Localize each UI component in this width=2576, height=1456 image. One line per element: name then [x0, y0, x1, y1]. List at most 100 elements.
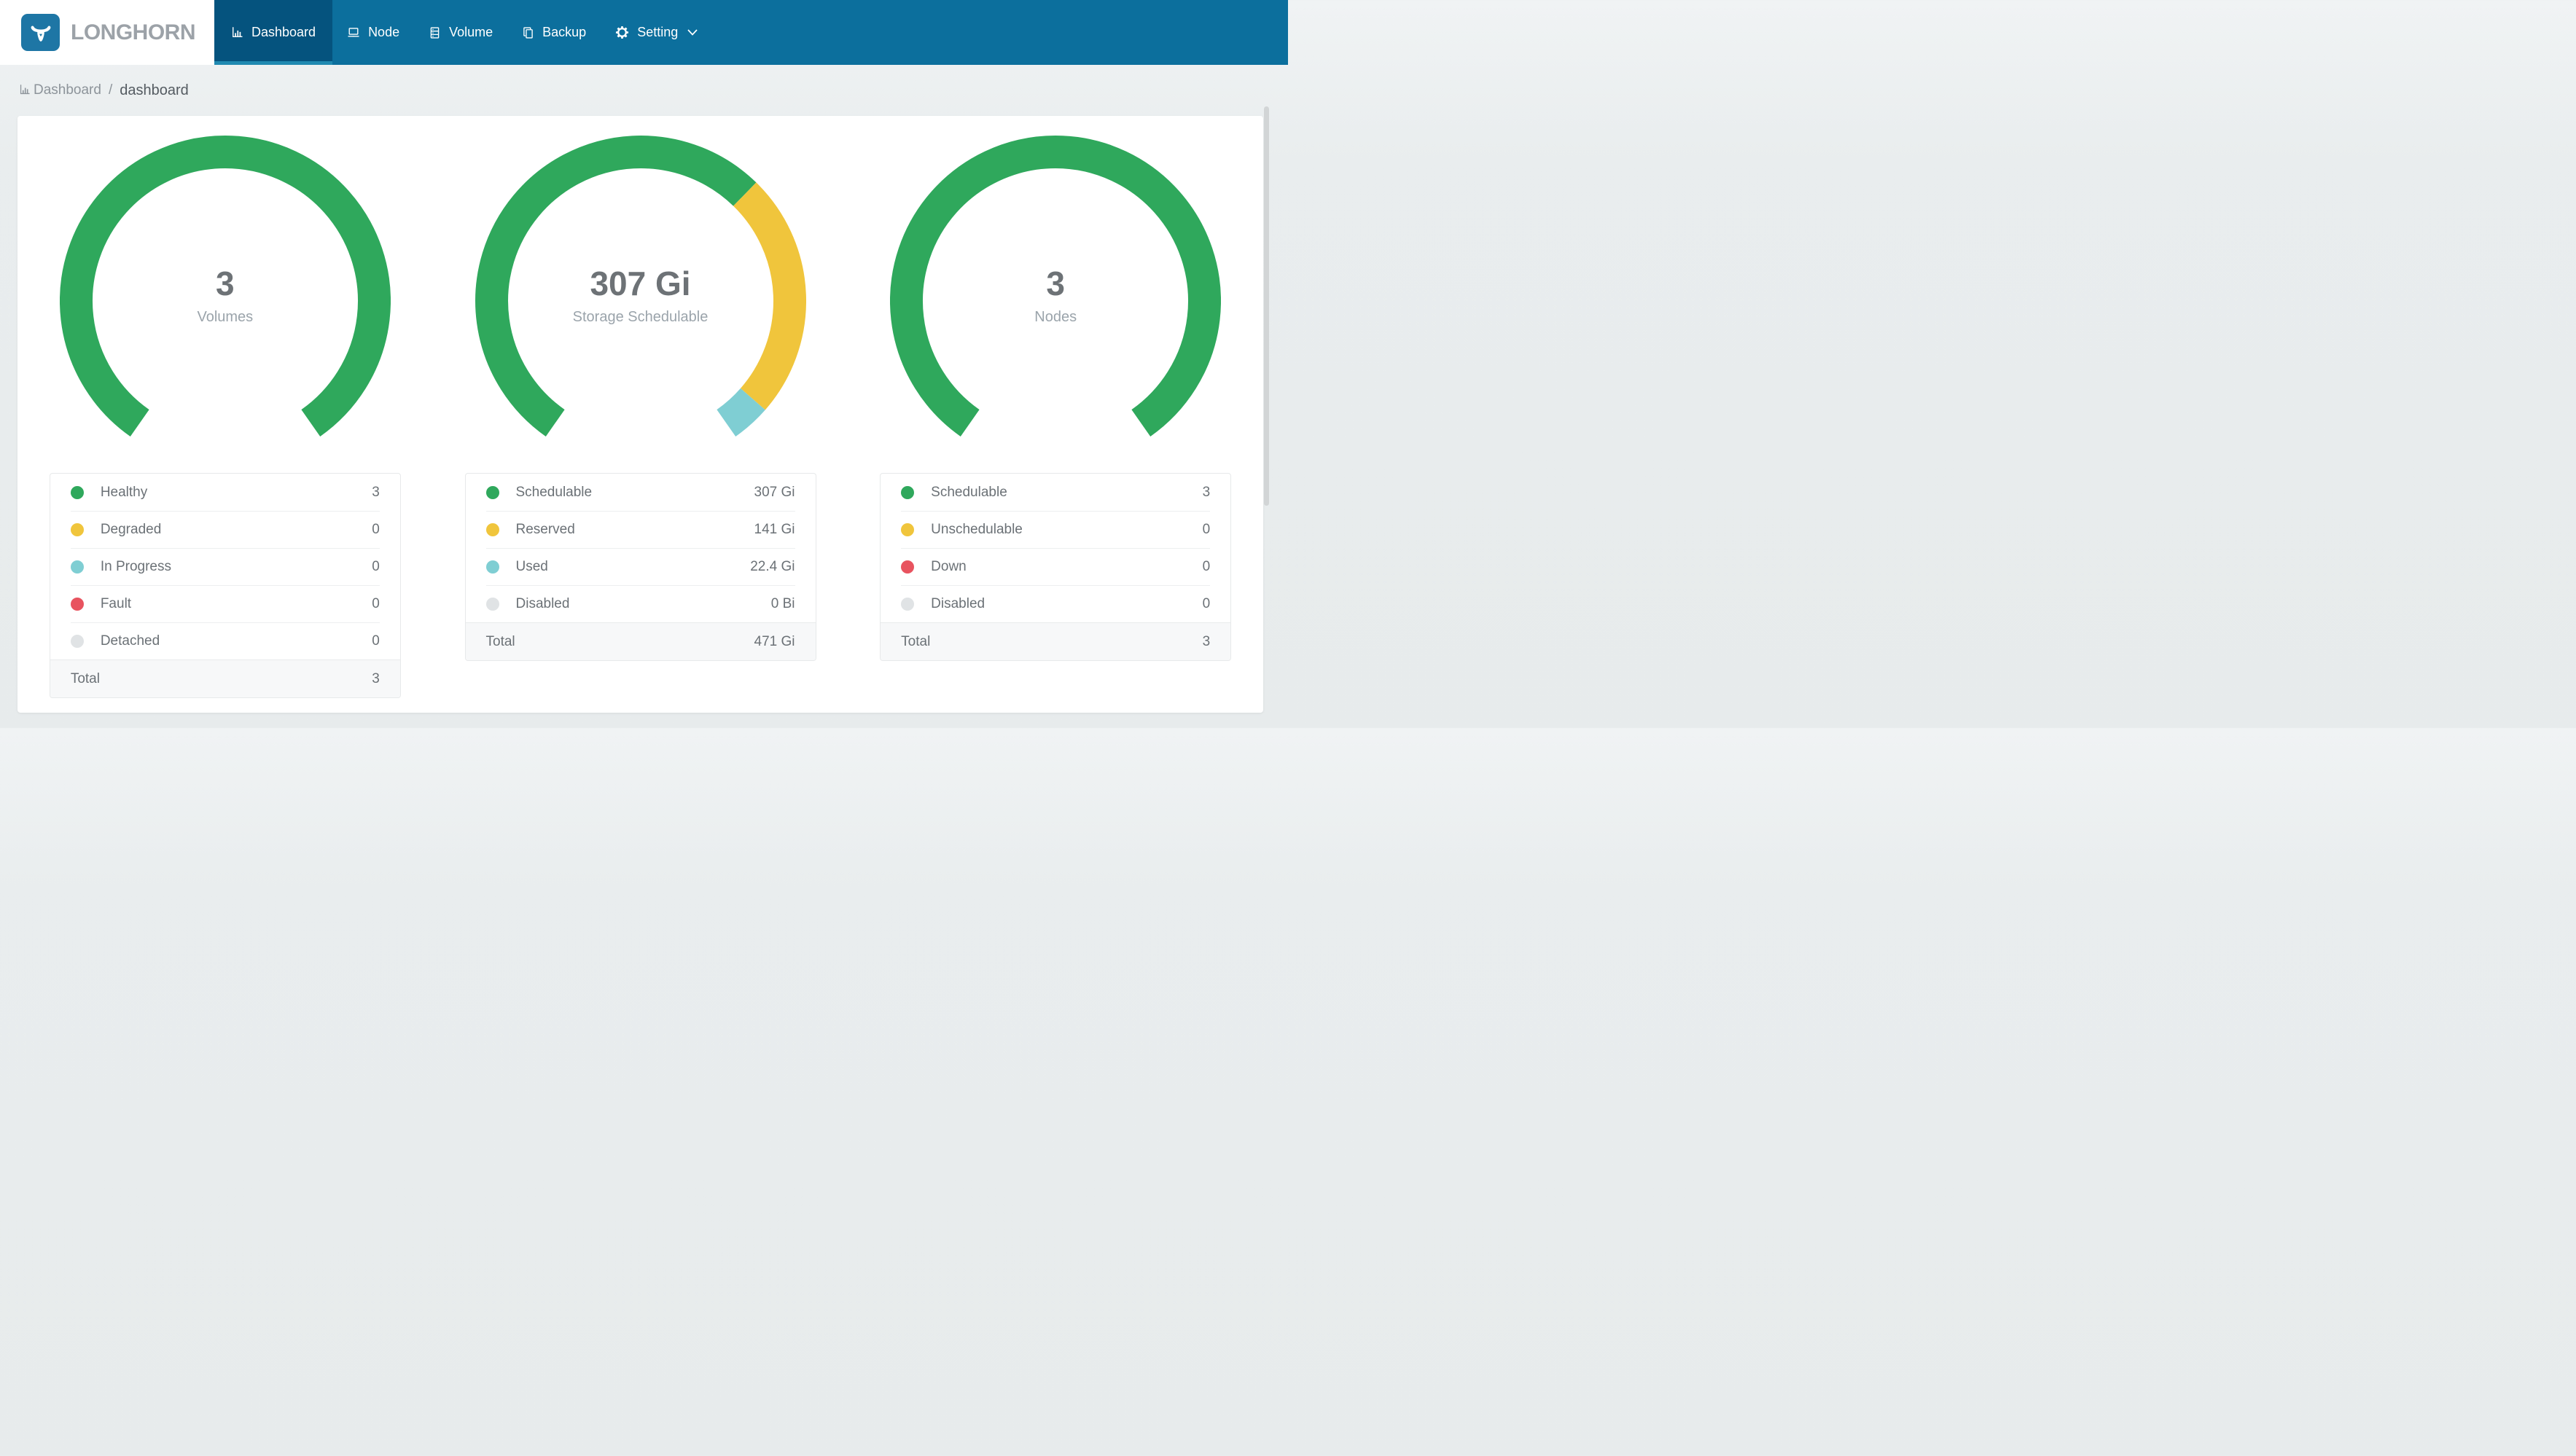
storage-legend-table: Schedulable 307 Gi Reserved 141 Gi Used …	[464, 473, 816, 661]
storage-column: 307 Gi Storage Schedulable Schedulable 3…	[433, 136, 848, 713]
row-value: 0	[1202, 595, 1211, 611]
row-label: In Progress	[100, 558, 171, 574]
table-row: Degraded 0	[50, 511, 400, 548]
row-value: 0	[372, 595, 380, 611]
brand-name: LONGHORN	[71, 20, 196, 44]
dashboard-card: 3 Volumes Healthy 3 Degraded 0 In Progre…	[17, 116, 1263, 713]
legend-dot	[70, 560, 84, 574]
row-value: 0	[1202, 521, 1211, 537]
legend-dot	[70, 522, 84, 536]
volumes-count: 3	[216, 265, 235, 302]
legend-dot	[485, 560, 499, 574]
row-label: Unschedulable	[931, 521, 1023, 537]
nav-item-setting[interactable]: Setting	[601, 0, 712, 65]
legend-dot	[485, 522, 499, 536]
total-value: 471 Gi	[754, 633, 795, 649]
storage-schedulable-value: 307 Gi	[590, 265, 691, 302]
laptop-icon	[347, 26, 360, 39]
nav-item-label: Dashboard	[251, 25, 316, 39]
table-row: Healthy 3	[50, 474, 400, 511]
row-label: Fault	[100, 595, 132, 611]
volumes-legend-table: Healthy 3 Degraded 0 In Progress 0 Fault…	[49, 473, 401, 698]
volumes-column: 3 Volumes Healthy 3 Degraded 0 In Progre…	[17, 136, 433, 713]
table-row: Disabled 0	[881, 585, 1230, 622]
main-menu: Dashboard Node Volume Backup Setting	[214, 0, 712, 65]
row-label: Disabled	[515, 595, 570, 611]
table-total-row: Total 3	[50, 659, 400, 697]
breadcrumb: Dashboard / dashboard	[0, 65, 208, 116]
row-value: 3	[1202, 484, 1211, 500]
row-label: Down	[931, 558, 967, 574]
nav-item-label: Backup	[542, 25, 587, 39]
chevron-down-icon	[687, 29, 698, 36]
row-label: Schedulable	[515, 484, 593, 500]
gauge-segment-used	[716, 388, 765, 437]
table-row: Detached 0	[50, 622, 400, 659]
gauge-center-text: 3 Volumes	[60, 265, 391, 326]
table-row: Schedulable 307 Gi	[466, 474, 816, 511]
nav-item-backup[interactable]: Backup	[507, 0, 601, 65]
total-label: Total	[70, 670, 100, 686]
row-value: 3	[372, 484, 380, 500]
longhorn-bull-icon	[21, 14, 60, 51]
legend-dot	[901, 560, 915, 574]
table-total-row: Total 471 Gi	[465, 622, 816, 660]
row-value: 0 Bi	[770, 595, 795, 611]
breadcrumb-current-page: dashboard	[120, 82, 189, 98]
table-row: Reserved 141 Gi	[466, 511, 816, 548]
nav-item-label: Node	[368, 25, 400, 39]
bar-chart-icon	[231, 26, 243, 39]
total-value: 3	[372, 670, 380, 686]
storage-gauge: 307 Gi Storage Schedulable	[475, 136, 806, 450]
row-label: Schedulable	[931, 484, 1007, 500]
gauge-center-text: 307 Gi Storage Schedulable	[475, 265, 806, 326]
legend-dot	[901, 485, 915, 499]
row-value: 22.4 Gi	[750, 558, 795, 574]
nodes-legend-table: Schedulable 3 Unschedulable 0 Down 0 Dis…	[880, 473, 1232, 661]
table-row: Schedulable 3	[881, 474, 1230, 511]
table-row: In Progress 0	[50, 548, 400, 585]
row-label: Detached	[100, 633, 160, 649]
breadcrumb-section-label: Dashboard	[34, 82, 101, 98]
volumes-gauge: 3 Volumes	[59, 136, 391, 450]
row-label: Reserved	[515, 521, 575, 537]
table-row: Down 0	[881, 548, 1230, 585]
table-row: Unschedulable 0	[881, 511, 1230, 548]
row-label: Disabled	[931, 595, 985, 611]
volumes-label: Volumes	[197, 309, 254, 325]
vertical-scrollbar-thumb[interactable]	[1264, 106, 1269, 506]
legend-dot	[70, 597, 84, 611]
nodes-column: 3 Nodes Schedulable 3 Unschedulable 0 Do…	[848, 136, 1263, 713]
nodes-label: Nodes	[1034, 309, 1077, 325]
row-value: 0	[372, 558, 380, 574]
table-row: Disabled 0 Bi	[466, 585, 816, 622]
row-label: Used	[515, 558, 548, 574]
gauge-center-text: 3 Nodes	[890, 265, 1221, 326]
nav-item-label: Setting	[637, 25, 679, 39]
legend-dot	[70, 634, 84, 648]
table-total-row: Total 3	[881, 622, 1231, 660]
nodes-gauge: 3 Nodes	[890, 136, 1222, 450]
row-value: 307 Gi	[754, 484, 795, 500]
top-nav: LONGHORN Dashboard Node Volume Backup Se…	[0, 0, 1288, 65]
table-row: Used 22.4 Gi	[466, 548, 816, 585]
total-value: 3	[1202, 633, 1211, 649]
row-label: Healthy	[100, 484, 148, 500]
nav-item-dashboard[interactable]: Dashboard	[214, 0, 333, 65]
legend-dot	[901, 522, 915, 536]
table-row: Fault 0	[50, 585, 400, 622]
storage-schedulable-label: Storage Schedulable	[572, 309, 709, 325]
total-label: Total	[901, 633, 931, 649]
nav-item-volume[interactable]: Volume	[414, 0, 507, 65]
nav-item-label: Volume	[449, 25, 493, 39]
legend-dot	[901, 597, 915, 611]
row-value: 141 Gi	[754, 521, 795, 537]
row-value: 0	[372, 633, 380, 649]
nav-item-node[interactable]: Node	[332, 0, 414, 65]
brand-logo[interactable]: LONGHORN	[0, 0, 214, 65]
copy-icon	[522, 26, 534, 39]
breadcrumb-dashboard-link[interactable]: Dashboard	[19, 82, 101, 98]
row-value: 0	[372, 521, 380, 537]
gear-icon	[615, 26, 629, 39]
row-label: Degraded	[100, 521, 162, 537]
